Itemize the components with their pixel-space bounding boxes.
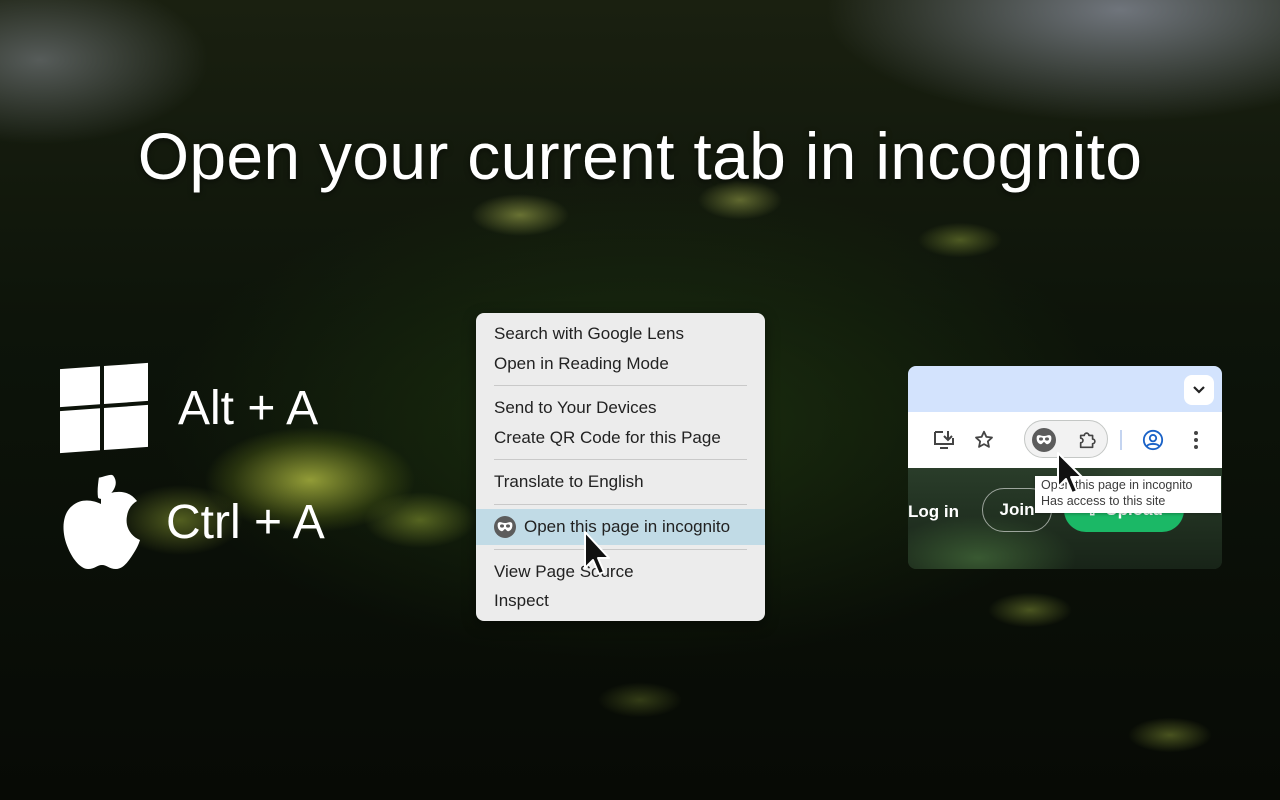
- hero-title: Open your current tab in incognito: [137, 119, 1143, 193]
- more-menu-icon[interactable]: [1182, 426, 1210, 454]
- menu-item-label: Open this page in incognito: [524, 516, 731, 536]
- mac-shortcut-keys: Ctrl + A: [166, 495, 325, 549]
- menu-separator: [494, 548, 747, 550]
- login-link[interactable]: Log in: [908, 502, 959, 522]
- menu-item-open-incognito[interactable]: Open this page in incognito: [476, 508, 765, 545]
- menu-separator: [494, 503, 747, 505]
- windows-shortcut: Alt + A: [60, 362, 319, 454]
- menu-item-reading-mode[interactable]: Open in Reading Mode: [476, 349, 765, 379]
- install-app-icon[interactable]: [930, 426, 958, 454]
- menu-separator: [494, 459, 747, 460]
- apple-logo-icon: [60, 474, 142, 570]
- windows-logo-icon: [60, 362, 148, 454]
- context-menu: Search with Google Lens Open in Reading …: [476, 313, 765, 621]
- mouse-cursor-icon: [584, 531, 610, 575]
- menu-item-translate[interactable]: Translate to English: [476, 467, 765, 497]
- mac-shortcut: Ctrl + A: [60, 474, 325, 570]
- menu-item-google-lens[interactable]: Search with Google Lens: [476, 319, 765, 349]
- menu-item-inspect[interactable]: Inspect: [476, 586, 765, 616]
- mouse-cursor-icon: [1057, 452, 1083, 494]
- menu-separator: [494, 385, 747, 386]
- extensions-puzzle-icon[interactable]: [1074, 426, 1102, 454]
- menu-item-qr-code[interactable]: Create QR Code for this Page: [476, 423, 765, 453]
- incognito-icon: [494, 515, 516, 538]
- profile-icon[interactable]: [1139, 426, 1167, 454]
- windows-shortcut-keys: Alt + A: [178, 381, 319, 435]
- menu-item-view-source[interactable]: View Page Source: [476, 557, 765, 587]
- bookmark-star-icon[interactable]: [970, 426, 998, 454]
- menu-item-send-to-devices[interactable]: Send to Your Devices: [476, 393, 765, 423]
- toolbar-divider: [1120, 430, 1122, 450]
- chevron-down-icon[interactable]: [1184, 375, 1214, 405]
- incognito-extension-icon[interactable]: [1030, 426, 1058, 454]
- tab-strip: [908, 366, 1222, 412]
